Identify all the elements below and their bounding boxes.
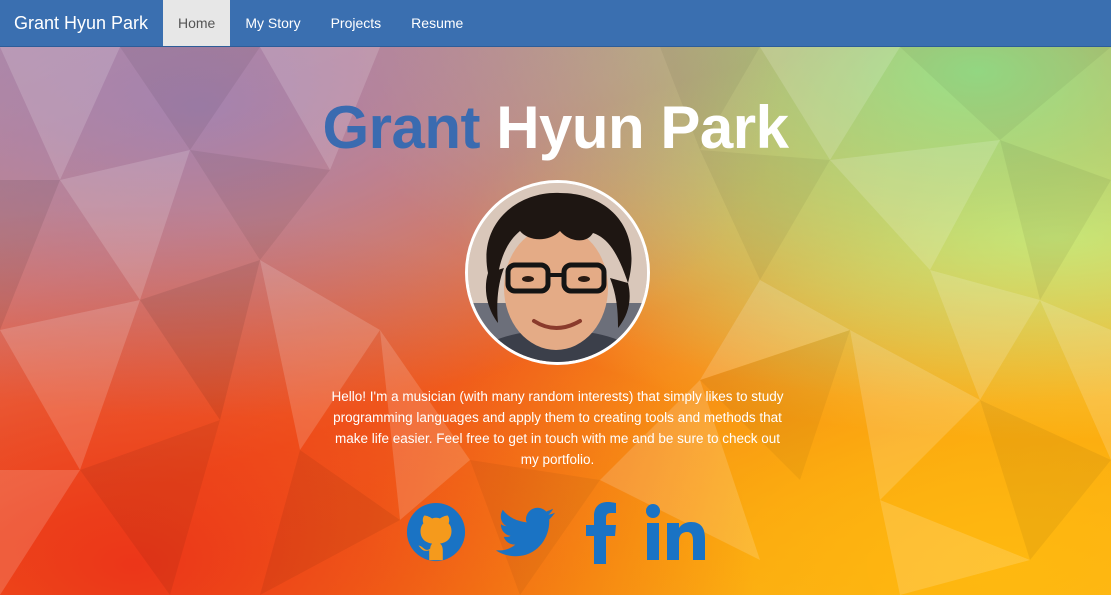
facebook-icon [585,502,616,564]
bio-text: Hello! I'm a musician (with many random … [331,389,784,467]
nav-item-my-story[interactable]: My Story [230,0,315,46]
page-title: Grant Hyun Park [0,93,1111,162]
nav-item-projects[interactable]: Projects [316,0,397,46]
twitter-link[interactable] [495,505,557,559]
twitter-icon [495,507,555,557]
linkedin-icon [645,504,705,560]
hero-section: Grant Hyun Park Hello! I'm a musician (w [0,47,1111,595]
github-icon [406,502,465,562]
brand-link[interactable]: Grant Hyun Park [0,0,163,46]
person-portrait-icon [468,183,647,362]
nav-item-resume[interactable]: Resume [396,0,478,46]
title-last-name: Hyun Park [496,94,789,161]
nav-item-home[interactable]: Home [163,0,231,46]
linkedin-link[interactable] [645,503,707,561]
navbar: Grant Hyun Park Home My Story Projects R… [0,0,1111,47]
title-first-name: Grant [322,94,481,161]
github-link[interactable] [405,501,467,563]
social-links [0,497,1111,567]
profile-photo [465,180,650,365]
facebook-link[interactable] [585,500,617,564]
